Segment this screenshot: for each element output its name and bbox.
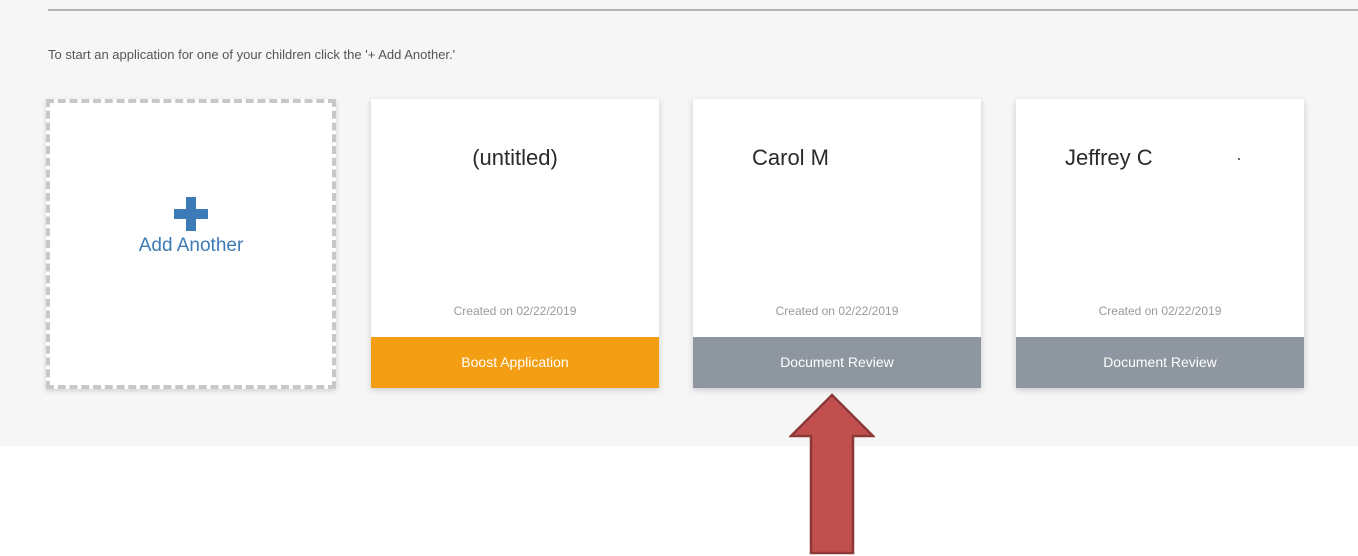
plus-icon bbox=[174, 197, 208, 231]
stray-mark bbox=[1238, 158, 1240, 160]
boost-application-button[interactable]: Boost Application bbox=[371, 337, 659, 388]
add-another-card[interactable]: Add Another bbox=[46, 99, 336, 389]
application-card-untitled[interactable]: (untitled) Created on 02/22/2019 Boost A… bbox=[371, 99, 659, 388]
application-card-jeffrey[interactable]: Jeffrey C Created on 02/22/2019 Document… bbox=[1016, 99, 1304, 388]
document-review-button[interactable]: Document Review bbox=[1016, 337, 1304, 388]
created-date: Created on 02/22/2019 bbox=[453, 304, 577, 318]
add-another-label: Add Another bbox=[138, 235, 244, 256]
up-arrow-icon bbox=[789, 393, 875, 555]
instructions-text: To start an application for one of your … bbox=[48, 47, 456, 62]
applications-panel: To start an application for one of your … bbox=[0, 0, 1358, 446]
applicant-name: (untitled) bbox=[472, 145, 558, 170]
document-review-button[interactable]: Document Review bbox=[693, 337, 981, 388]
applicant-name: Carol M bbox=[752, 145, 830, 170]
applicant-name: Jeffrey C bbox=[1065, 145, 1153, 170]
created-date: Created on 02/22/2019 bbox=[1098, 304, 1222, 318]
top-divider bbox=[48, 9, 1358, 11]
created-date: Created on 02/22/2019 bbox=[775, 304, 899, 318]
application-card-carol[interactable]: Carol M Created on 02/22/2019 Document R… bbox=[693, 99, 981, 388]
